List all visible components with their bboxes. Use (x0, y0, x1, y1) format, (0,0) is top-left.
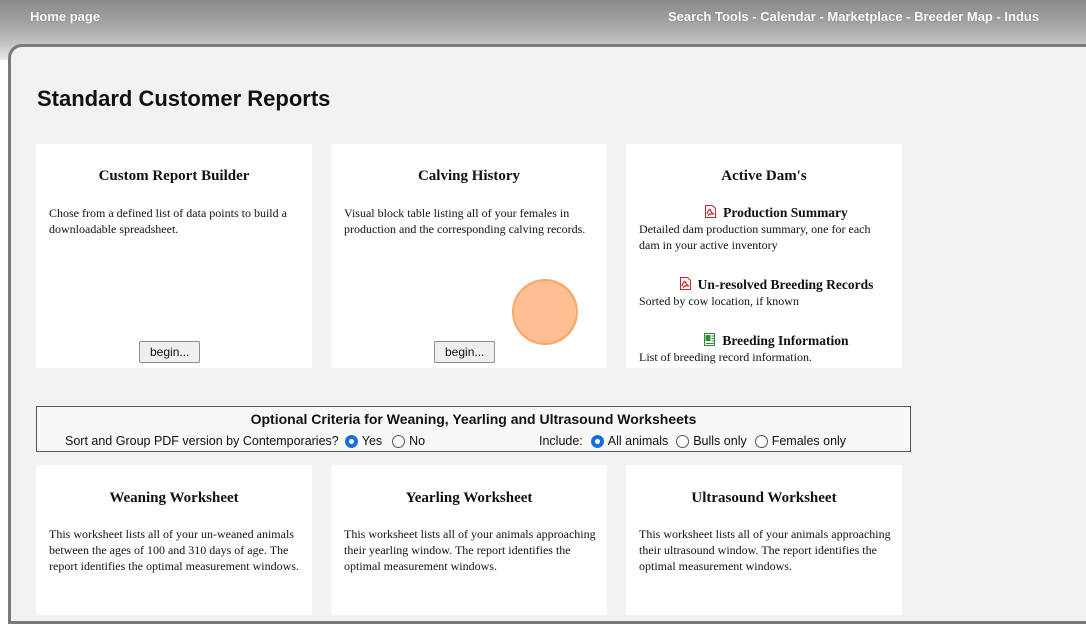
include-row: Include: All animals Bulls only Females … (539, 434, 846, 448)
calving-history-begin-button[interactable]: begin... (434, 341, 496, 363)
active-dams-card: Active Dam's Production Summary Detailed… (626, 144, 902, 368)
include-all-label[interactable]: All animals (608, 434, 668, 448)
custom-report-begin-button[interactable]: begin... (139, 341, 201, 363)
unresolved-breeding-records-link[interactable]: Un-resolved Breeding Records (639, 276, 894, 293)
card-description: This worksheet lists all of your animals… (639, 527, 891, 573)
sort-yes-label[interactable]: Yes (362, 434, 382, 448)
page-title: Standard Customer Reports (37, 86, 331, 111)
card-description: Visual block table listing all of your f… (344, 206, 586, 236)
card-description: This worksheet lists all of your un-wean… (49, 527, 299, 573)
include-label: Include: (539, 434, 583, 448)
card-title[interactable]: Weaning Worksheet (36, 490, 312, 507)
cursor-highlight (512, 279, 578, 345)
site-nav-links[interactable]: Search Tools - Calendar - Marketplace - … (668, 9, 1039, 24)
breeding-information-report[interactable]: Breeding Information List of breeding re… (639, 332, 894, 365)
criteria-title: Optional Criteria for Weaning, Yearling … (250, 411, 697, 427)
card-description: This worksheet lists all of your animals… (344, 527, 596, 573)
weaning-worksheet-card[interactable]: Weaning Worksheet This worksheet lists a… (36, 465, 312, 615)
pdf-icon (679, 277, 691, 290)
sort-yes-radio[interactable] (344, 434, 358, 448)
sort-group-label: Sort and Group PDF version by Contempora… (65, 434, 339, 448)
home-page-link[interactable]: Home page (30, 9, 100, 24)
optional-criteria-box: Optional Criteria for Weaning, Yearling … (36, 406, 911, 452)
card-title[interactable]: Ultrasound Worksheet (626, 490, 902, 507)
excel-icon (704, 333, 716, 346)
card-title: Custom Report Builder (98, 168, 250, 184)
unresolved-breeding-records-report[interactable]: Un-resolved Breeding Records Sorted by c… (639, 276, 894, 309)
card-title: Active Dam's (721, 168, 807, 184)
ultrasound-worksheet-card[interactable]: Ultrasound Worksheet This worksheet list… (626, 465, 902, 615)
custom-report-builder-card: Custom Report Builder Chose from a defin… (36, 144, 312, 368)
include-bulls-radio[interactable] (676, 434, 690, 448)
yearling-worksheet-card[interactable]: Yearling Worksheet This worksheet lists … (331, 465, 607, 615)
report-description: Sorted by cow location, if known (639, 294, 799, 308)
card-title[interactable]: Yearling Worksheet (331, 490, 607, 507)
report-description: Detailed dam production summary, one for… (639, 222, 871, 252)
pdf-icon (705, 205, 717, 218)
card-description: Chose from a defined list of data points… (49, 206, 287, 236)
report-description: List of breeding record information. (639, 350, 812, 364)
sort-group-row: Sort and Group PDF version by Contempora… (65, 434, 425, 448)
include-bulls-label[interactable]: Bulls only (693, 434, 747, 448)
breeding-information-link[interactable]: Breeding Information (639, 332, 894, 349)
sort-no-label[interactable]: No (409, 434, 425, 448)
production-summary-link[interactable]: Production Summary (639, 204, 894, 221)
report-title: Un-resolved Breeding Records (697, 277, 874, 292)
sort-no-radio[interactable] (392, 434, 406, 448)
production-summary-report[interactable]: Production Summary Detailed dam producti… (639, 204, 894, 253)
include-females-label[interactable]: Females only (772, 434, 846, 448)
include-females-radio[interactable] (754, 434, 768, 448)
report-title: Breeding Information (722, 333, 849, 348)
report-title: Production Summary (723, 205, 848, 220)
card-title: Calving History (417, 168, 521, 184)
include-all-radio[interactable] (590, 434, 604, 448)
